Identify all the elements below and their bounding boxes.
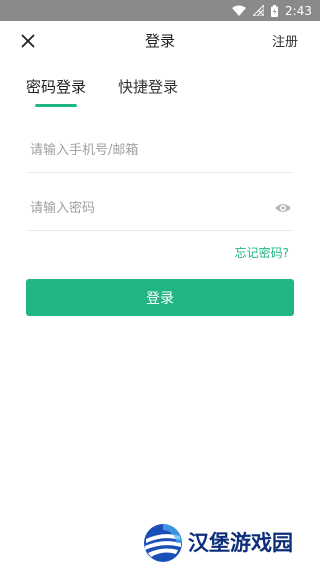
tab-label: 快捷登录 [118,78,179,96]
watermark-logo-icon [144,524,182,562]
password-input[interactable] [30,193,260,223]
password-field-row [26,186,294,231]
account-field-row [26,128,294,173]
tab-label: 密码登录 [26,78,87,96]
forgot-password-link[interactable]: 忘记密码? [235,244,289,261]
no-signal-icon [253,5,265,16]
tab-password-login[interactable]: 密码登录 [26,76,86,107]
status-bar: 2:43 [0,0,320,21]
status-time: 2:43 [285,3,312,18]
nav-bar: 登录 注册 [0,21,320,61]
close-button[interactable] [18,31,38,51]
register-link[interactable]: 注册 [272,31,298,50]
toggle-password-visibility[interactable] [274,200,292,214]
active-tab-indicator [35,104,78,107]
login-tabs: 密码登录 快捷登录 [26,76,178,107]
eye-icon [275,204,291,212]
account-input[interactable] [30,135,260,165]
watermark-text: 汉堡游戏园 [188,530,293,555]
watermark: 汉堡游戏园 [143,521,308,565]
tab-quick-login[interactable]: 快捷登录 [118,76,178,107]
battery-icon [271,4,279,17]
close-icon [21,34,35,48]
wifi-icon [232,5,247,16]
login-button[interactable]: 登录 [26,279,294,316]
status-icons: 2:43 [232,0,312,21]
